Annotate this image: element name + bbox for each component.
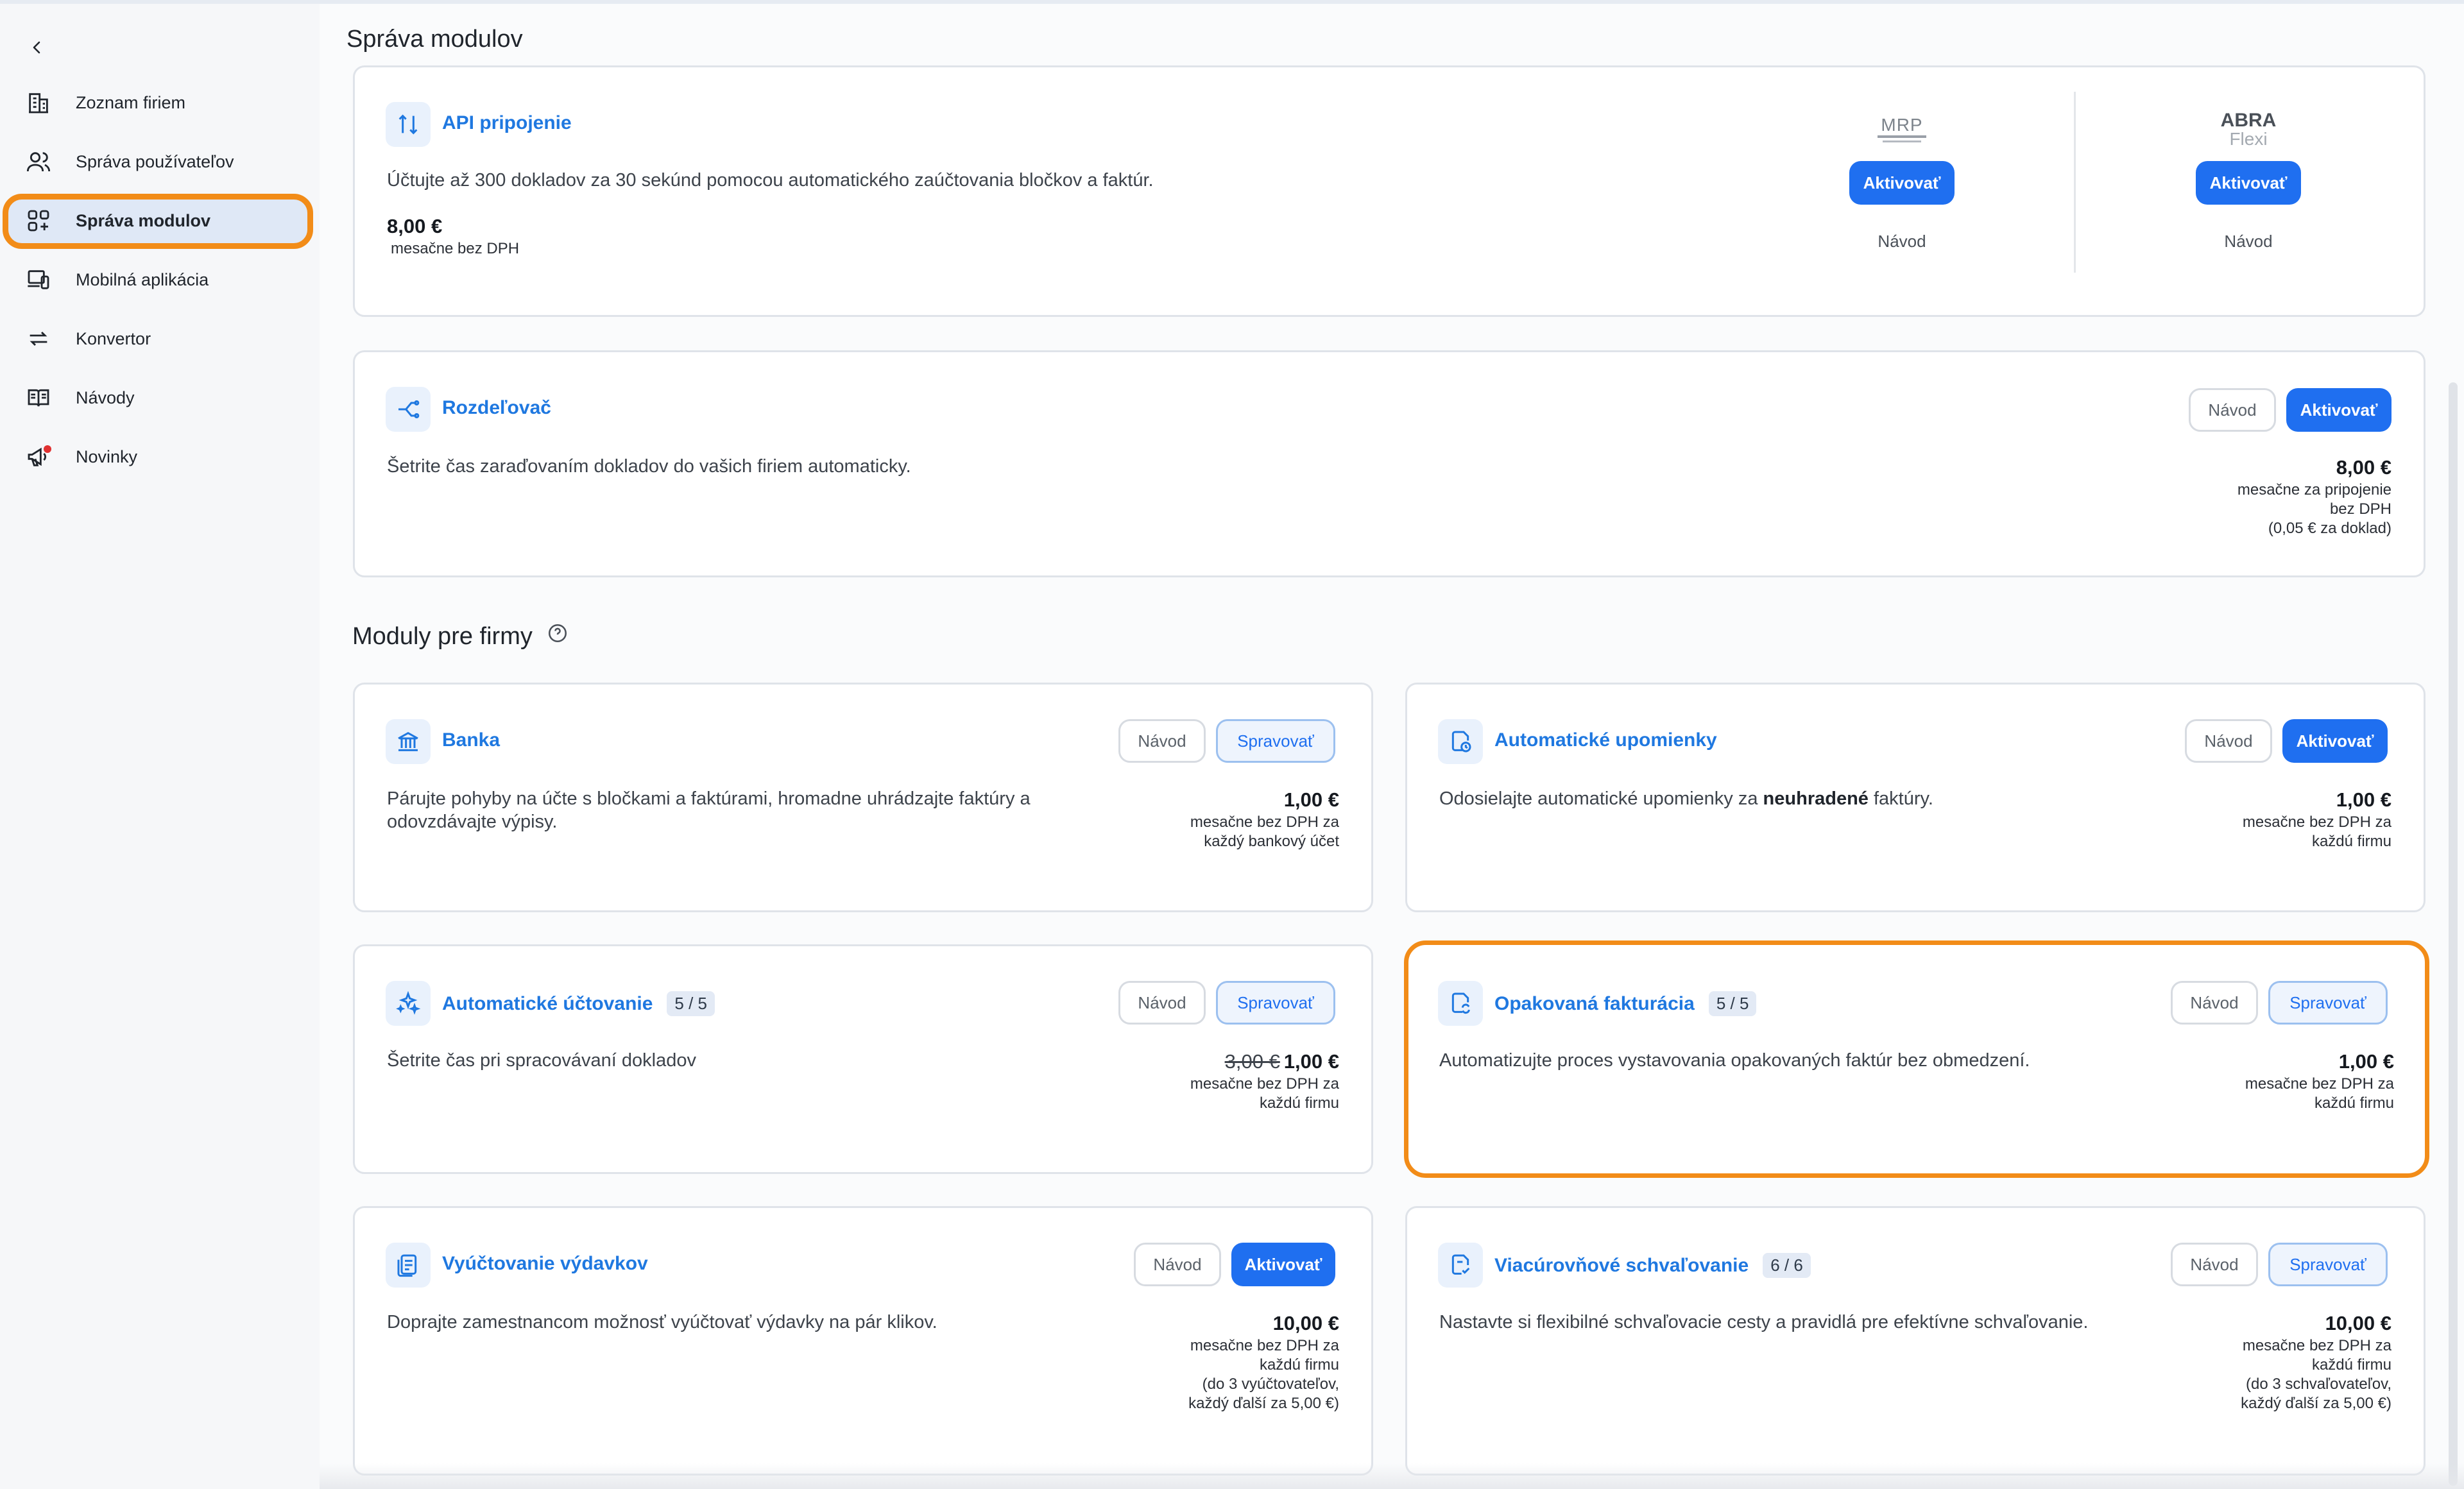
rozdelovac-price-block: 8,00 € mesačne za pripojenie bez DPH (0,… bbox=[2237, 456, 2391, 537]
sidebar-item-converter[interactable]: Konvertor bbox=[5, 314, 312, 363]
mobile-devices-icon bbox=[24, 266, 53, 294]
rozdelovac-title[interactable]: Rozdeľovač bbox=[442, 397, 551, 419]
guide-button[interactable]: Návod bbox=[2171, 1243, 2258, 1286]
rozdelovac-price: 8,00 € bbox=[2336, 456, 2391, 479]
highlight-ring bbox=[3, 194, 313, 249]
approval-document-icon bbox=[1438, 1243, 1483, 1288]
module-title[interactable]: Opakovaná fakturácia 5 / 5 bbox=[1494, 991, 1757, 1016]
divider bbox=[2074, 92, 2076, 273]
old-price: 3,00 € bbox=[1224, 1050, 1280, 1073]
abra-guide-link[interactable]: Návod bbox=[2152, 232, 2345, 251]
price-block: 1,00 € mesačne bez DPH za každú firmu bbox=[2245, 1050, 2394, 1112]
section-title: Moduly pre firmy bbox=[352, 622, 569, 651]
sidebar-item-label: Návody bbox=[76, 387, 135, 407]
rozdelovac-card: Rozdeľovač Šetrite čas zaraďovaním dokla… bbox=[353, 350, 2426, 577]
module-card-expenses: Vyúčtovanie výdavkov Návod Aktivovať Dop… bbox=[353, 1206, 1373, 1476]
bottom-fade bbox=[320, 1463, 2464, 1489]
api-price-sub: mesačne bez DPH bbox=[391, 240, 520, 257]
manage-button[interactable]: Spravovať bbox=[2268, 1243, 2388, 1286]
guide-button[interactable]: Návod bbox=[2171, 981, 2258, 1025]
rozdelovac-guide-button[interactable]: Návod bbox=[2189, 388, 2276, 432]
users-icon bbox=[24, 148, 53, 176]
mrp-activate-button[interactable]: Aktivovať bbox=[1849, 161, 1955, 205]
price-block: 10,00 € mesačne bez DPH za každú firmu (… bbox=[1188, 1312, 1339, 1412]
module-title[interactable]: Automatické upomienky bbox=[1494, 729, 1717, 751]
price-block: 10,00 € mesačne bez DPH za každú firmu (… bbox=[2241, 1312, 2391, 1412]
module-description: Doprajte zamestnancom možnosť vyúčtovať … bbox=[387, 1312, 937, 1332]
guide-button[interactable]: Návod bbox=[1134, 1243, 1221, 1286]
activate-button[interactable]: Aktivovať bbox=[2282, 719, 2388, 763]
usage-counter: 5 / 5 bbox=[667, 991, 715, 1016]
recurring-document-icon bbox=[1438, 981, 1483, 1026]
main-content: Správa modulov API pripojenie Účtujte až… bbox=[320, 4, 2464, 1489]
api-title[interactable]: API pripojenie bbox=[442, 112, 572, 134]
usage-counter: 6 / 6 bbox=[1763, 1253, 1811, 1278]
sidebar-item-news[interactable]: Novinky bbox=[5, 432, 312, 481]
guide-button[interactable]: Návod bbox=[2185, 719, 2272, 763]
sidebar-item-companies[interactable]: Zoznam firiem bbox=[5, 78, 312, 127]
module-card-auto-accounting: Automatické účtovanie 5 / 5 Návod Spravov… bbox=[353, 944, 1373, 1174]
api-plug-icon bbox=[386, 102, 431, 147]
receipt-icon bbox=[386, 1243, 431, 1288]
megaphone-icon bbox=[24, 443, 53, 471]
sidebar-item-label: Mobilná aplikácia bbox=[76, 269, 209, 289]
abra-logo: ABRA Flexi bbox=[2220, 110, 2277, 149]
book-icon bbox=[24, 384, 53, 412]
split-icon bbox=[386, 387, 431, 432]
scrollbar[interactable] bbox=[2449, 382, 2458, 1486]
price-block: 1,00 € mesačne bez DPH za každú firmu bbox=[2242, 788, 2391, 850]
sidebar-item-label: Konvertor bbox=[76, 328, 151, 348]
module-card-reminders: Automatické upomienky Návod Aktivovať Od… bbox=[1405, 683, 2426, 912]
sparkles-icon bbox=[386, 981, 431, 1026]
api-card: API pripojenie Účtujte až 300 dokladov z… bbox=[353, 65, 2426, 317]
building-icon bbox=[24, 89, 53, 117]
module-card-recurring-invoicing: Opakovaná fakturácia 5 / 5 Návod Spravova… bbox=[1404, 940, 2429, 1178]
api-price-block: 8,00 € mesačne bez DPH bbox=[387, 214, 519, 259]
price-block: 1,00 € mesačne bez DPH za každý bankový … bbox=[1190, 788, 1339, 850]
usage-counter: 5 / 5 bbox=[1708, 991, 1757, 1016]
guide-button[interactable]: Návod bbox=[1118, 719, 1206, 763]
arrows-swap-icon bbox=[24, 325, 53, 353]
module-card-approval: Viacúrovňové schvaľovanie 6 / 6 Návod Spr… bbox=[1405, 1206, 2426, 1476]
notification-dot bbox=[44, 445, 51, 453]
bank-icon bbox=[386, 719, 431, 764]
mrp-guide-link[interactable]: Návod bbox=[1806, 232, 1998, 251]
price-block: 3,00 €1,00 € mesačne bez DPH za každú fi… bbox=[1190, 1050, 1339, 1112]
api-description: Účtujte až 300 dokladov za 30 sekúnd pom… bbox=[387, 170, 1154, 191]
module-title[interactable]: Viacúrovňové schvaľovanie 6 / 6 bbox=[1494, 1253, 1811, 1278]
module-description: Šetrite čas pri spracovávaní dokladov bbox=[387, 1050, 696, 1071]
sidebar-item-label: Zoznam firiem bbox=[76, 92, 186, 112]
integration-mrp: MRP Aktivovať Návod bbox=[1806, 102, 1998, 251]
sidebar-item-guides[interactable]: Návody bbox=[5, 373, 312, 422]
rozdelovac-description: Šetrite čas zaraďovaním dokladov do vaši… bbox=[387, 456, 911, 477]
page-title: Správa modulov bbox=[346, 26, 523, 53]
sidebar: Zoznam firiem Správa používateľov Správa… bbox=[0, 4, 320, 1489]
module-title[interactable]: Banka bbox=[442, 729, 500, 751]
guide-button[interactable]: Návod bbox=[1118, 981, 1206, 1025]
sidebar-item-label: Novinky bbox=[76, 447, 138, 466]
chevron-left-icon bbox=[33, 41, 40, 54]
sidebar-item-mobile-app[interactable]: Mobilná aplikácia bbox=[5, 255, 312, 304]
module-card-banka: Banka Návod Spravovať Párujte pohyby na … bbox=[353, 683, 1373, 912]
activate-button[interactable]: Aktivovať bbox=[1231, 1243, 1335, 1286]
module-description: Automatizujte proces vystavovania opakov… bbox=[1439, 1050, 2030, 1071]
reminder-document-icon bbox=[1438, 719, 1483, 764]
module-title[interactable]: Automatické účtovanie 5 / 5 bbox=[442, 991, 715, 1016]
module-description: Nastavte si flexibilné schvaľovacie cest… bbox=[1439, 1312, 2089, 1332]
integration-abra: ABRA Flexi Aktivovať Návod bbox=[2152, 102, 2345, 251]
manage-button[interactable]: Spravovať bbox=[1216, 719, 1335, 763]
abra-activate-button[interactable]: Aktivovať bbox=[2196, 161, 2301, 205]
back-button[interactable] bbox=[24, 35, 50, 60]
api-price: 8,00 € bbox=[387, 215, 443, 237]
sidebar-item-label: Správa používateľov bbox=[76, 151, 234, 171]
manage-button[interactable]: Spravovať bbox=[2268, 981, 2388, 1025]
module-description: Párujte pohyby na účte s bločkami a fakt… bbox=[387, 788, 1031, 832]
module-title[interactable]: Vyúčtovanie výdavkov bbox=[442, 1253, 648, 1275]
sidebar-item-users[interactable]: Správa používateľov bbox=[5, 137, 312, 186]
manage-button[interactable]: Spravovať bbox=[1216, 981, 1335, 1025]
module-description: Odosielajte automatické upomienky za neu… bbox=[1439, 788, 1933, 809]
mrp-logo: MRP bbox=[1806, 102, 1998, 157]
help-circle-icon[interactable] bbox=[547, 622, 569, 651]
rozdelovac-activate-button[interactable]: Aktivovať bbox=[2286, 388, 2391, 432]
